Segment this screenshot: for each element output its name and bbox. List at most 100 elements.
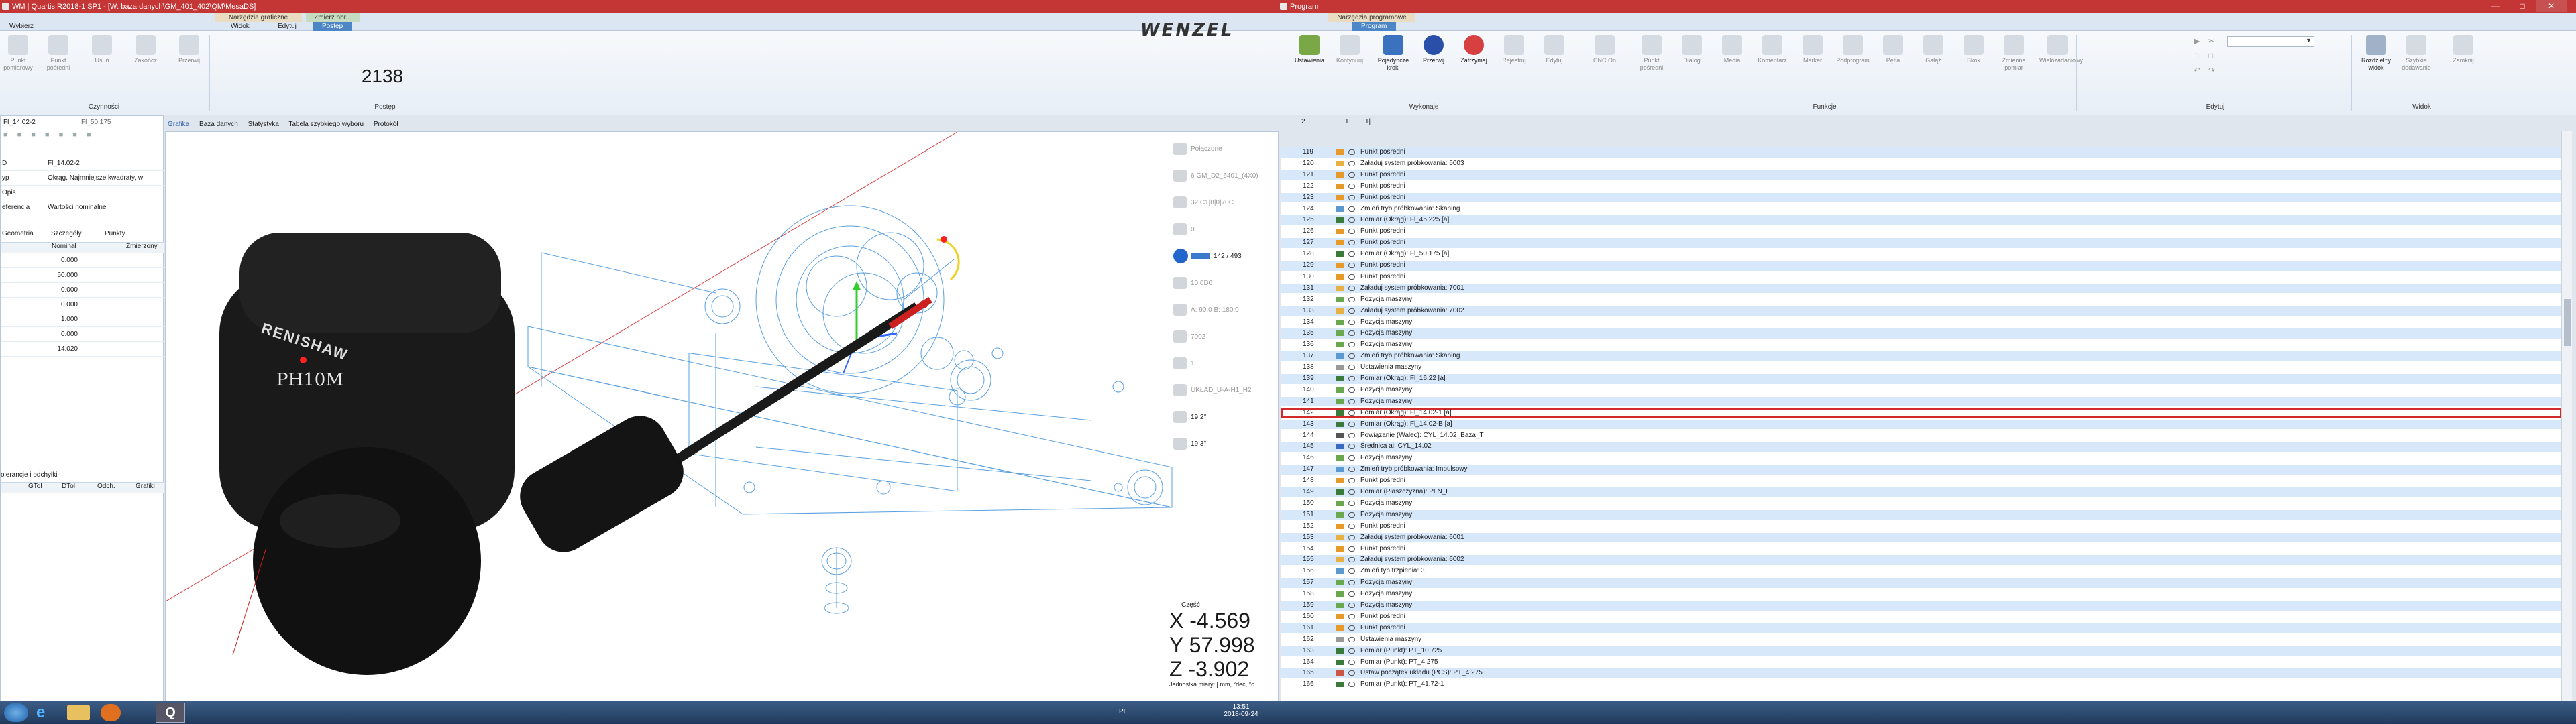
program-row[interactable]: 161 Punkt pośredni [1281,623,2561,634]
property-value[interactable]: Fl_14.02-2 [48,156,80,171]
tab-statistics[interactable]: Statystyka [248,121,279,128]
program-row[interactable]: 144 Powiązanie (Walec): CYL_14.02_Baza_T [1281,430,2561,441]
program-row[interactable]: 152 Punkt pośredni [1281,521,2561,532]
variable-button[interactable]: Zmienne pomiar [1996,35,2032,72]
program-row[interactable]: 141 Pozycja maszyny [1281,396,2561,407]
program-row[interactable]: 132 Pozycja maszyny [1281,294,2561,305]
explorer-icon[interactable] [67,705,90,720]
program-row[interactable]: 159 Pozycja maszyny [1281,601,2561,611]
program-row[interactable]: 133 Załaduj system próbkowania: 7002 [1281,306,2561,316]
redo-icon[interactable]: ↷ [2208,66,2215,75]
jump-button[interactable]: Skok [1955,35,1992,64]
program-row[interactable]: 165 Ustaw początek układu (PCS): PT_4.275 [1281,668,2561,678]
clock[interactable]: 13:51 2018-09-24 [1221,703,1261,718]
dialog-button[interactable]: Dialog [1674,35,1710,64]
pause-button[interactable]: Przerwij [1415,35,1452,64]
start-button[interactable] [4,703,28,722]
program-row[interactable]: 158 Pozycja maszyny [1281,589,2561,599]
multi-button[interactable]: Wielozadaniowy [2039,35,2083,64]
abort-button[interactable]: Przerwij [171,35,207,64]
program-row[interactable]: 145 Średnica ai: CYL_14.02 [1281,442,2561,452]
stop-button[interactable]: Zatrzymaj [1456,35,1492,64]
program-row[interactable]: 129 Punkt pośredni [1281,261,2561,271]
tab-points[interactable]: Punkty [105,230,125,237]
program-row[interactable]: 131 Załaduj system próbkowania: 7001 [1281,283,2561,294]
program-row[interactable]: 123 Punkt pośredni [1281,192,2561,203]
program-row[interactable]: 153 Załaduj system próbkowania: 6001 [1281,532,2561,543]
program-row[interactable]: 139 Pomiar (Okrąg): Fl_16.22 [a] [1281,374,2561,384]
program-row[interactable]: 126 Punkt pośredni [1281,227,2561,237]
close-view-button[interactable]: Zamknij [2445,35,2481,64]
program-row[interactable]: 128 Pomiar (Okrąg): Fl_50.175 [a] [1281,249,2561,259]
marker-button[interactable]: Marker [1794,35,1831,64]
tab-details[interactable]: Szczegóły [51,230,82,237]
program-row[interactable]: 127 Punkt pośredni [1281,238,2561,248]
continue-button[interactable]: Kontynuuj [1332,35,1368,64]
comment-button[interactable]: Komentarz [1754,35,1790,64]
program-row[interactable]: 146 Pozycja maszyny [1281,453,2561,463]
cnc-button[interactable]: CNC On [1587,35,1623,64]
quartis-icon[interactable]: Q [156,703,185,723]
tab-view[interactable]: Widok [221,22,259,31]
program-row[interactable]: 130 Punkt pośredni [1281,272,2561,282]
property-value[interactable]: Wartości nominalne [48,200,106,215]
ie-icon[interactable]: e [36,704,55,721]
program-row[interactable]: 149 Pomiar (Płaszczyzna): PLN_L [1281,487,2561,497]
property-value[interactable]: Okrąg, Najmniejsze kwadraty, w [48,171,143,186]
program-row[interactable]: 140 Pozycja maszyny [1281,385,2561,396]
program-row[interactable]: 124 Zmień tryb próbkowania: Skaning [1281,204,2561,215]
finish-button[interactable]: Zakończ [127,35,164,64]
cut-icon[interactable]: ✂ [2208,36,2215,46]
minimize-button[interactable]: — [2482,0,2509,12]
program-row[interactable]: 164 Pomiar (Punkt): PT_4.275 [1281,657,2561,668]
program-row[interactable]: 119 Punkt pośredni [1281,147,2561,158]
via-button[interactable]: Punkt pośredni [1633,35,1670,72]
program-row[interactable]: 138 Ustawienia maszyny [1281,363,2561,373]
measure-point-button[interactable]: Punkt pomiarowy [0,35,36,72]
tab-progress[interactable]: Postęp [313,22,353,31]
edit-dropdown[interactable]: ▼ [2227,36,2314,47]
branch-button[interactable]: Gałąź [1915,35,1951,64]
program-row[interactable]: 142 Pomiar (Okrąg): Fl_14.02-1 [a] [1281,408,2561,418]
program-row[interactable]: 122 Punkt pośredni [1281,181,2561,192]
program-row[interactable]: 155 Załaduj system próbkowania: 6002 [1281,555,2561,565]
tab-select[interactable]: Wybierz [0,22,43,31]
tab-database[interactable]: Baza danych [199,121,238,128]
subprogram-button[interactable]: Podprogram [1835,35,1871,64]
media-player-icon[interactable] [101,704,121,721]
delete-button[interactable]: Usuń [84,35,120,64]
paste-icon[interactable]: □ [2208,51,2213,60]
toolbar-count-3[interactable]: 1| [1365,118,1371,125]
play-icon[interactable] [1173,249,1188,263]
via-point-button[interactable]: Punkt pośredni [40,35,76,72]
program-row[interactable]: 162 Ustawienia maszyny [1281,634,2561,645]
program-row[interactable]: 137 Zmień tryb próbkowania: Skaning [1281,351,2561,361]
tab-protocol[interactable]: Protokół [374,121,398,128]
program-row[interactable]: 120 Załaduj system próbkowania: 5003 [1281,158,2561,169]
quick-add-button[interactable]: Szybkie dodawanie [2398,35,2434,72]
program-row[interactable]: 121 Punkt pośredni [1281,170,2561,180]
program-row[interactable]: 150 Pozycja maszyny [1281,498,2561,509]
scrollbar-thumb[interactable] [2564,299,2571,346]
graphics-viewport[interactable]: RENISHAW PH10M Połączone 6 GM_D2_6401_(4X… [165,131,1279,701]
tab-program[interactable]: Program [1352,22,1397,31]
tab-graphics[interactable]: Grafika [168,121,189,128]
program-row[interactable]: 134 Pozycja maszyny [1281,317,2561,328]
program-row[interactable]: 135 Pozycja maszyny [1281,328,2561,339]
edit-button[interactable]: Edytuj [1536,35,1572,64]
toolbar-count-2[interactable]: 1 [1345,118,1349,125]
loop-button[interactable]: Pętla [1875,35,1911,64]
feature-tab-2[interactable]: Fl_50.175 [81,119,111,126]
program-row[interactable]: 147 Zmień tryb próbkowania: Impulsowy [1281,465,2561,475]
maximize-button[interactable]: □ [2509,0,2536,12]
split-view-button[interactable]: Rozdzielny widok [2358,35,2394,72]
program-row[interactable]: 143 Pomiar (Okrąg): Fl_14.02-B [a] [1281,419,2561,430]
toolbar-count-1[interactable]: 2 [1301,118,1305,125]
tab-geometry[interactable]: Geometria [2,230,34,237]
settings-button[interactable]: Ustawienia [1291,35,1328,64]
program-scrollbar[interactable] [2561,131,2572,701]
media-button[interactable]: Media [1714,35,1750,64]
program-row[interactable]: 125 Pomiar (Okrąg): Fl_45.225 [a] [1281,215,2561,225]
program-row[interactable]: 160 Punkt pośredni [1281,611,2561,622]
program-row[interactable]: 154 Punkt pośredni [1281,544,2561,554]
